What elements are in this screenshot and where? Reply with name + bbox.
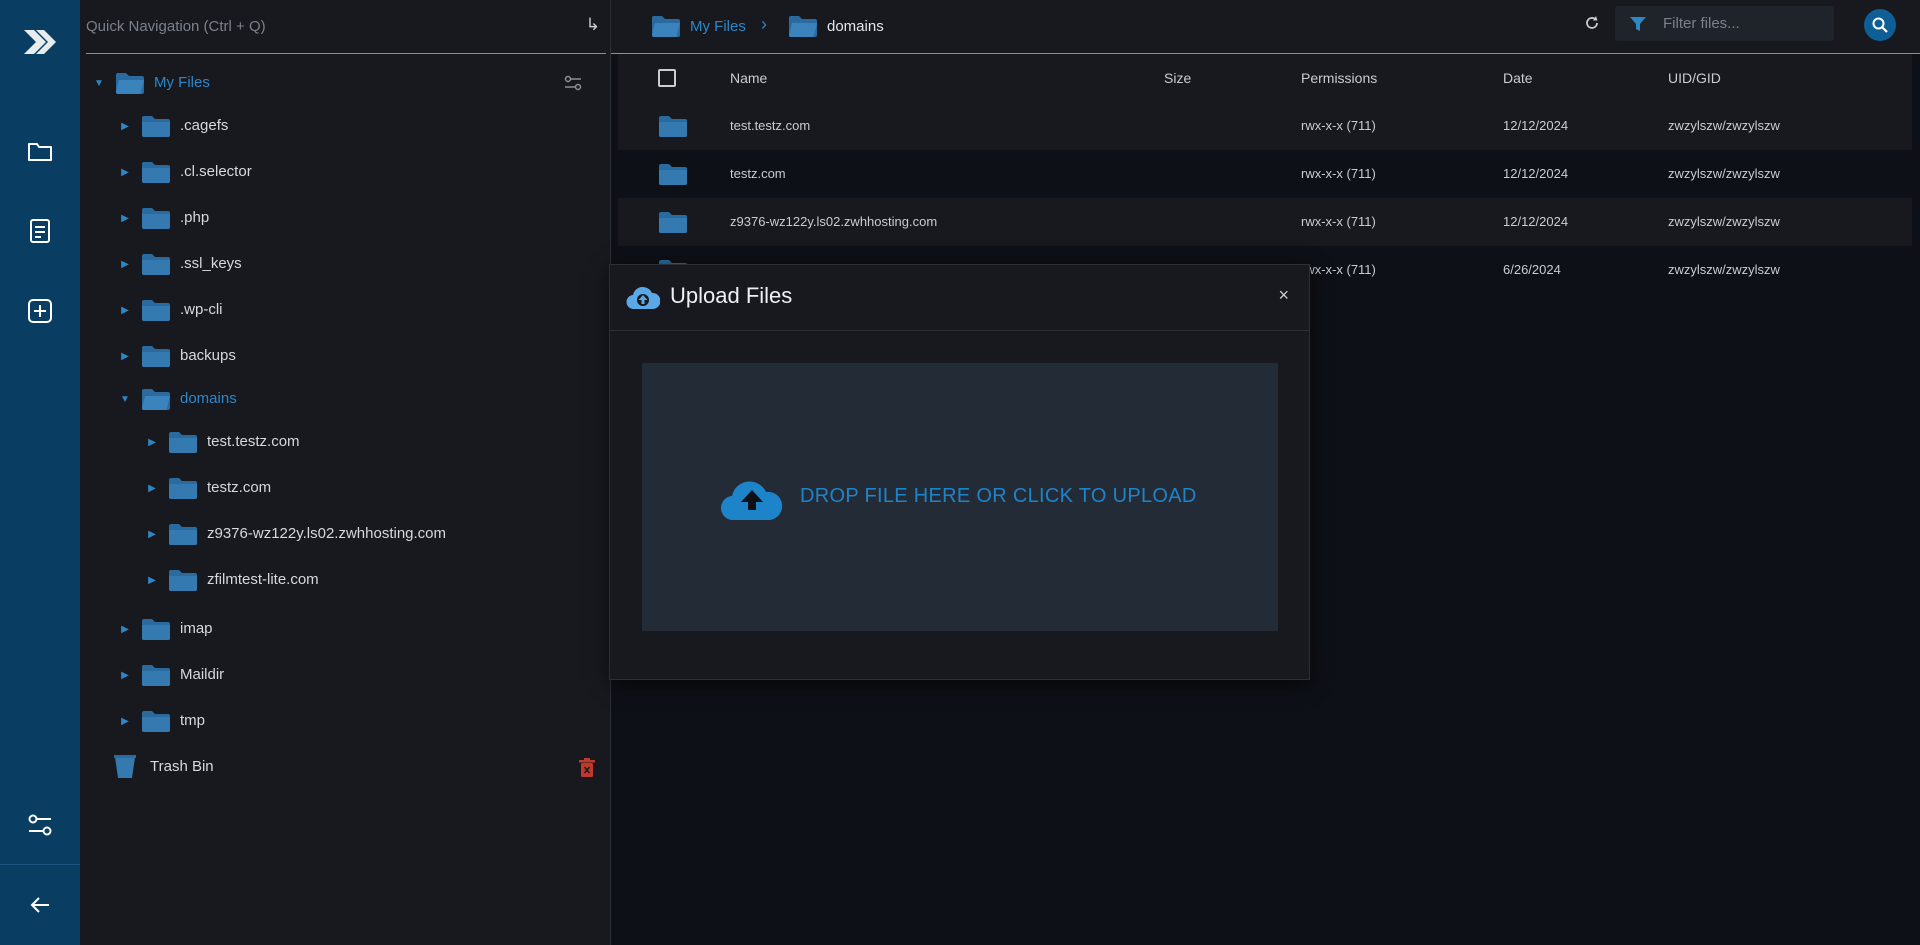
caret-right-icon[interactable]: ▶ (118, 716, 132, 727)
toolbar: My Files › domains (611, 0, 1920, 54)
filter-box (1615, 6, 1834, 41)
caret-down-icon[interactable]: ▼ (118, 394, 132, 405)
add-box-icon[interactable] (25, 296, 55, 326)
folder-icon (659, 163, 687, 185)
tree-node-imap[interactable]: ▶ imap (118, 614, 213, 644)
tree-node-cl-selector[interactable]: ▶ .cl.selector (118, 157, 252, 187)
tree-node-backups[interactable]: ▶ backups (118, 341, 236, 371)
folder-open-icon (142, 388, 170, 410)
caret-right-icon[interactable]: ▶ (145, 437, 159, 448)
app-rail (0, 0, 80, 945)
quick-navigation: ↳ (86, 0, 606, 54)
tree-node-ssl-keys[interactable]: ▶ .ssl_keys (118, 249, 242, 279)
caret-right-icon[interactable]: ▶ (118, 167, 132, 178)
tree-settings-icon[interactable] (564, 74, 582, 92)
tree-node-tmp[interactable]: ▶ tmp (118, 706, 205, 736)
caret-right-icon[interactable]: ▶ (118, 213, 132, 224)
folder-icon (142, 710, 170, 732)
folder-open-icon (652, 15, 680, 37)
search-icon (1872, 17, 1888, 33)
column-permissions[interactable]: Permissions (1301, 54, 1377, 102)
table-row[interactable]: z9376-wz122y.ls02.zwhhosting.com rwx-x-x… (618, 198, 1912, 246)
folder-icon (659, 211, 687, 233)
column-name[interactable]: Name (730, 54, 767, 102)
folder-open-icon (116, 72, 144, 94)
quick-navigation-input[interactable] (86, 12, 566, 40)
upload-files-dialog: Upload Files × DROP FILE HERE OR CLICK T… (609, 264, 1310, 680)
drop-zone-label: DROP FILE HERE OR CLICK TO UPLOAD (800, 485, 1197, 507)
tree-node-wp-cli[interactable]: ▶ .wp-cli (118, 295, 223, 325)
select-all-checkbox[interactable] (658, 69, 676, 87)
file-drop-zone[interactable]: DROP FILE HERE OR CLICK TO UPLOAD (642, 363, 1278, 631)
filter-input[interactable] (1663, 11, 1823, 35)
caret-right-icon[interactable]: ▶ (118, 351, 132, 362)
column-date[interactable]: Date (1503, 54, 1533, 102)
search-button[interactable] (1864, 9, 1896, 41)
folder-icon (169, 477, 197, 499)
tree-node-domains[interactable]: ▼ domains (118, 384, 237, 414)
tree-node-test-testz[interactable]: ▶ test.testz.com (145, 427, 300, 457)
app-logo-icon[interactable] (20, 22, 60, 62)
folder-icon (169, 431, 197, 453)
folder-icon[interactable] (25, 136, 55, 166)
folder-icon (169, 569, 197, 591)
tree-node-zfilmtest[interactable]: ▶ zfilmtest-lite.com (145, 565, 319, 595)
table-header: Name Size Permissions Date UID/GID (618, 54, 1912, 102)
empty-trash-icon[interactable] (578, 758, 596, 778)
caret-right-icon[interactable]: ▶ (145, 483, 159, 494)
caret-right-icon[interactable]: ▶ (118, 259, 132, 270)
dialog-header: Upload Files × (610, 265, 1309, 331)
filter-icon (1630, 17, 1646, 31)
rail-divider (0, 864, 80, 865)
caret-down-icon[interactable]: ▼ (92, 78, 106, 89)
breadcrumb-my-files[interactable]: My Files (652, 12, 746, 40)
tree-node-trash-bin[interactable]: Trash Bin (114, 752, 214, 782)
folder-icon (142, 299, 170, 321)
close-icon[interactable]: × (1278, 285, 1289, 306)
cloud-upload-icon (720, 481, 783, 521)
enter-arrow-icon[interactable]: ↳ (586, 15, 600, 35)
refresh-icon[interactable] (1583, 14, 1601, 32)
folder-icon (142, 664, 170, 686)
folder-icon (659, 115, 687, 137)
folder-icon (142, 207, 170, 229)
folder-icon (142, 253, 170, 275)
table-row[interactable]: test.testz.com rwx-x-x (711) 12/12/2024 … (618, 102, 1912, 150)
settings-sliders-icon[interactable] (25, 810, 55, 840)
caret-right-icon[interactable]: ▶ (118, 624, 132, 635)
folder-icon (169, 523, 197, 545)
caret-right-icon[interactable]: ▶ (118, 121, 132, 132)
caret-right-icon[interactable]: ▶ (145, 575, 159, 586)
tree-node-my-files[interactable]: ▼ My Files (92, 68, 210, 98)
folder-icon (142, 618, 170, 640)
folder-icon (142, 115, 170, 137)
chevron-right-icon: › (761, 14, 767, 34)
cloud-upload-icon (626, 286, 660, 310)
tree-node-z9376[interactable]: ▶ z9376-wz122y.ls02.zwhhosting.com (145, 519, 446, 549)
table-row[interactable]: testz.com rwx-x-x (711) 12/12/2024 zwzyl… (618, 150, 1912, 198)
tree-node-cagefs[interactable]: ▶ .cagefs (118, 111, 228, 141)
breadcrumb-domains[interactable]: domains (789, 12, 884, 40)
trash-bin-icon (114, 755, 136, 778)
tree-node-maildir[interactable]: ▶ Maildir (118, 660, 224, 690)
folder-open-icon (789, 15, 817, 37)
column-uid-gid[interactable]: UID/GID (1668, 54, 1721, 102)
back-arrow-icon[interactable] (25, 890, 55, 920)
column-size[interactable]: Size (1164, 54, 1191, 102)
dialog-title: Upload Files (670, 283, 793, 308)
folder-tree-panel: ↳ ▼ My Files ▶ .cagefs ▶ .cl.selector ▶ … (80, 0, 611, 945)
caret-right-icon[interactable]: ▶ (118, 670, 132, 681)
caret-right-icon[interactable]: ▶ (145, 529, 159, 540)
folder-icon (142, 161, 170, 183)
folder-icon (142, 345, 170, 367)
tree-node-php[interactable]: ▶ .php (118, 203, 209, 233)
caret-right-icon[interactable]: ▶ (118, 305, 132, 316)
document-icon[interactable] (25, 216, 55, 246)
tree-node-testz[interactable]: ▶ testz.com (145, 473, 271, 503)
